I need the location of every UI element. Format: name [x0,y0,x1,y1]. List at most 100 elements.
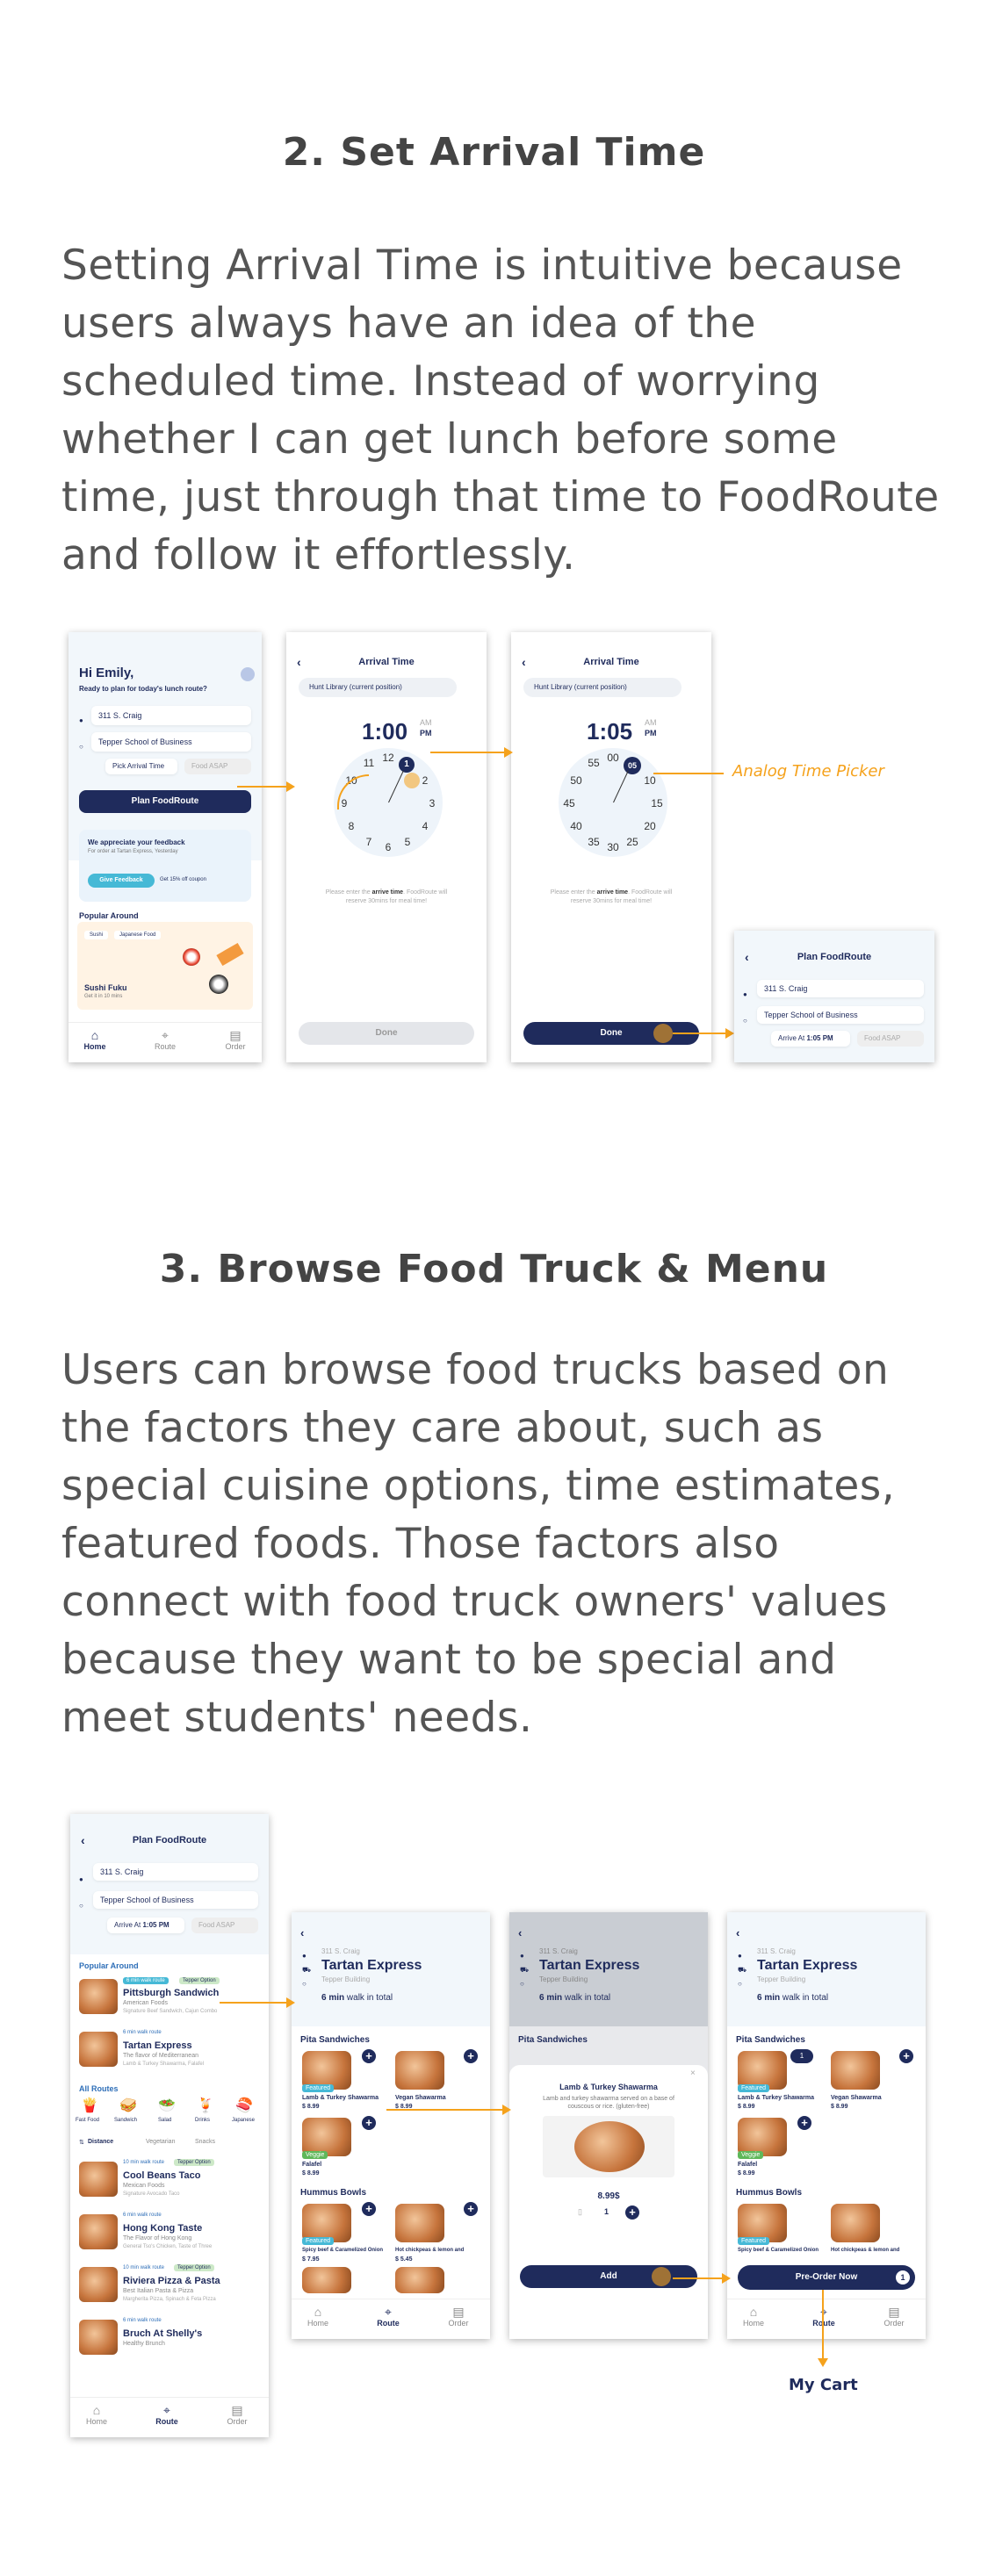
truck-card[interactable]: 6 min walk route Bruch At Shelly's Healt… [76,2314,265,2364]
pin-icon: ⌖ [162,1028,169,1042]
arrival-screen-1: ‹ Arrival Time Hunt Library (current pos… [286,632,487,1062]
plan-button[interactable]: Plan FoodRoute [79,790,251,813]
truck-card[interactable]: 6 min walk route Hong Kong Taste The Fla… [76,2209,265,2258]
sushi-icon [183,948,200,966]
prompt: Ready to plan for today's lunch route? [79,685,207,693]
tab-order[interactable]: ▤ Order [432,2305,485,2328]
tab-home[interactable]: ⌂ Home [292,2305,344,2328]
increment-button[interactable]: + [625,2205,639,2220]
quantity-value: 1 [604,2207,609,2216]
pick-time-button[interactable]: Pick Arrival Time [105,759,177,774]
category-drinks[interactable]: Drinks [195,2118,210,2123]
plan-title: Plan FoodRoute [132,1835,207,1846]
tab-route[interactable]: ⌖Route [362,2305,415,2328]
add-item-button[interactable]: + [464,2202,478,2216]
arrow-item-to-modal [386,2109,506,2111]
touch-indicator [653,1024,673,1043]
truck-card[interactable]: 10 min walk route Tepper Option Riviera … [76,2262,265,2311]
to-field[interactable]: Tepper School of Business [91,732,251,752]
menu-item-image[interactable] [395,2267,444,2293]
truck-card[interactable]: 10 min walk route Tepper Option Cool Bea… [76,2156,265,2205]
category-fast-food[interactable]: Fast Food [76,2118,99,2123]
tab-route[interactable]: ⌖Route [797,2305,850,2328]
popular-card[interactable]: Sushi Japanese Food Sushi Fuku Get it in… [77,922,253,1010]
truck-image [79,2320,118,2355]
filter-distance[interactable]: Distance [88,2139,113,2145]
add-item-button[interactable]: + [362,2202,376,2216]
annotation-label: Analog Time Picker [732,762,884,781]
tab-route[interactable]: ⌖Route [139,1028,191,1051]
filter-row: ⇅ Distance Vegetarian Snacks [79,2139,263,2149]
give-feedback-button[interactable]: Give Feedback [88,874,155,888]
category-heading: Pita Sandwiches [300,2035,370,2045]
sushi-icon: 🍣 [235,2098,253,2113]
add-item-button[interactable]: + [797,2116,811,2130]
back-icon[interactable]: ‹ [736,1926,739,1939]
category-japanese[interactable]: Japanese [232,2118,255,2123]
location-field[interactable]: Hunt Library (current position) [299,678,457,697]
category-sandwich[interactable]: Sandwich [114,2118,137,2123]
add-item-button[interactable]: + [899,2049,913,2063]
add-item-button[interactable]: + [362,2049,376,2063]
add-item-button[interactable]: + [464,2049,478,2063]
tab-route[interactable]: ⌖Route [141,2403,193,2426]
menu-item-image[interactable] [395,2204,444,2242]
item-count-badge[interactable]: 1 [790,2049,813,2063]
am-toggle[interactable]: AM [645,718,657,727]
avatar[interactable] [241,667,255,681]
popular-heading: Popular Around [79,911,139,920]
am-toggle[interactable]: AM [420,718,432,727]
truck-card[interactable]: 6 min walk route Tepper Option Pittsburg… [76,1974,265,2023]
hour-clock[interactable]: 12 1 2 3 4 5 6 7 8 9 10 11 [334,748,443,857]
from-field[interactable]: 311 S. Craig [91,706,251,725]
arrival-screen-2: ‹ Arrival Time Hunt Library (current pos… [511,632,711,1062]
menu-item-image[interactable] [831,2204,880,2242]
arrival-title: Arrival Time [358,657,415,667]
tab-home[interactable]: ⌂ Home [69,1028,121,1051]
route-icon: ● ○ [79,716,83,751]
tab-order[interactable]: ▤ Order [211,2403,263,2426]
menu-item-image[interactable] [302,2267,351,2293]
asap-button[interactable]: Food ASAP [191,1918,258,1933]
filter-vegetarian[interactable]: Vegetarian [146,2139,175,2145]
tab-order[interactable]: ▤ Order [868,2305,920,2328]
back-icon[interactable]: ‹ [518,1926,522,1939]
arrive-at-field[interactable]: Arrive At 1:05 PM [771,1031,850,1047]
trash-icon[interactable]: ▯ [578,2207,582,2217]
drink-icon: 🍹 [197,2098,214,2113]
filter-snacks[interactable]: Snacks [195,2139,215,2145]
minute-clock[interactable]: 00 05 10 15 20 25 30 35 40 45 50 55 [559,748,667,857]
bag-icon: ▤ [452,2305,465,2319]
from-field[interactable]: 311 S. Craig [93,1863,258,1881]
tab-order[interactable]: ▤ Order [209,1028,262,1051]
tab-home[interactable]: ⌂ Home [70,2403,123,2426]
truck-image [79,1979,118,2014]
truck-image [79,2162,118,2197]
cart-count-badge: 1 [896,2270,910,2285]
add-item-button[interactable]: + [362,2116,376,2130]
asap-button[interactable]: Food ASAP [857,1031,924,1047]
back-icon[interactable]: ‹ [300,1926,304,1939]
route-icon: ● ⛟ ○ [302,1952,312,1988]
menu-item-image[interactable] [831,2051,880,2090]
preorder-button[interactable]: Pre-Order Now 1 [738,2265,915,2290]
menu-screen: ‹ 311 S. Craig Tartan Express Tepper Bui… [292,1912,490,2339]
asap-button[interactable]: Food ASAP [184,759,251,774]
greeting: Hi Emily, [79,666,134,680]
tab-bar: ⌂Home ⌖Route ▤Order [727,2299,926,2339]
menu-item-image[interactable] [395,2051,444,2090]
tab-home[interactable]: ⌂ Home [727,2305,780,2328]
location-field[interactable]: Hunt Library (current position) [523,678,682,697]
close-icon[interactable]: × [690,2069,696,2078]
pm-toggle[interactable]: PM [420,729,432,738]
to-field[interactable]: Tepper School of Business [93,1891,258,1909]
arrive-at-field[interactable]: Arrive At 1:05 PM [107,1918,184,1933]
done-button-disabled[interactable]: Done [299,1022,474,1045]
to-field[interactable]: Tepper School of Business [757,1006,924,1024]
category-salad[interactable]: Salad [158,2118,171,2123]
truck-card[interactable]: 6 min walk route Tartan Express The flav… [76,2026,265,2076]
from-field[interactable]: 311 S. Craig [757,980,924,997]
pm-toggle[interactable]: PM [645,729,657,738]
sushi-roll-icon [209,975,228,994]
arrival-title: Arrival Time [583,657,639,667]
